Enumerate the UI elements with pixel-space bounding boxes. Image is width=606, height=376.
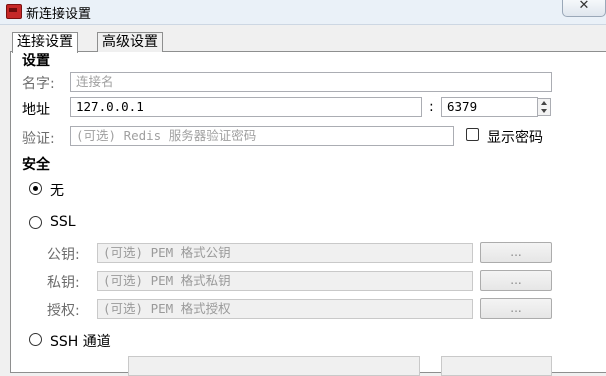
address-input[interactable]: 127.0.0.1 xyxy=(70,97,422,117)
public-key-browse-button[interactable]: ... xyxy=(480,242,552,263)
spin-down-icon[interactable] xyxy=(541,109,547,113)
name-input[interactable]: 连接名 xyxy=(70,72,552,92)
authority-input[interactable]: (可选) PEM 格式授权 xyxy=(97,299,473,319)
name-label: 名字: xyxy=(22,76,55,92)
port-separator: : xyxy=(429,99,434,115)
private-key-label: 私钥: xyxy=(47,275,80,291)
window-title: 新连接设置 xyxy=(26,7,92,22)
public-key-input[interactable]: (可选) PEM 格式公钥 xyxy=(97,243,473,263)
private-key-browse-button[interactable]: ... xyxy=(480,270,552,291)
port-spinner[interactable] xyxy=(537,98,551,116)
show-password-checkbox[interactable] xyxy=(466,128,479,141)
security-heading: 安全 xyxy=(22,157,50,173)
tab-advanced-settings[interactable]: 高级设置 xyxy=(97,32,163,52)
radio-none-label: 无 xyxy=(50,183,64,199)
port-input[interactable]: 6379 xyxy=(441,97,538,117)
radio-ssh[interactable] xyxy=(29,333,42,346)
radio-ssl[interactable] xyxy=(29,216,42,229)
authority-label: 授权: xyxy=(47,303,80,319)
close-button[interactable]: ✕ xyxy=(562,0,606,17)
address-label: 地址 xyxy=(22,102,50,118)
radio-ssl-label: SSL xyxy=(50,214,76,230)
ssh-port-input[interactable] xyxy=(441,356,552,376)
authority-browse-button[interactable]: ... xyxy=(480,298,552,319)
show-password-label: 显示密码 xyxy=(487,130,543,146)
radio-ssh-label: SSH 通道 xyxy=(50,334,111,350)
auth-label: 验证: xyxy=(22,131,55,147)
radio-none[interactable] xyxy=(29,182,42,195)
private-key-input[interactable]: (可选) PEM 格式私钥 xyxy=(97,271,473,291)
app-icon xyxy=(6,4,22,19)
auth-password-input[interactable]: (可选) Redis 服务器验证密码 xyxy=(70,126,454,146)
spin-up-icon[interactable] xyxy=(541,101,547,105)
tab-connection-settings[interactable]: 连接设置 xyxy=(12,32,78,53)
ssh-host-input[interactable] xyxy=(128,356,420,376)
public-key-label: 公钥: xyxy=(47,247,80,263)
settings-heading: 设置 xyxy=(22,53,50,69)
